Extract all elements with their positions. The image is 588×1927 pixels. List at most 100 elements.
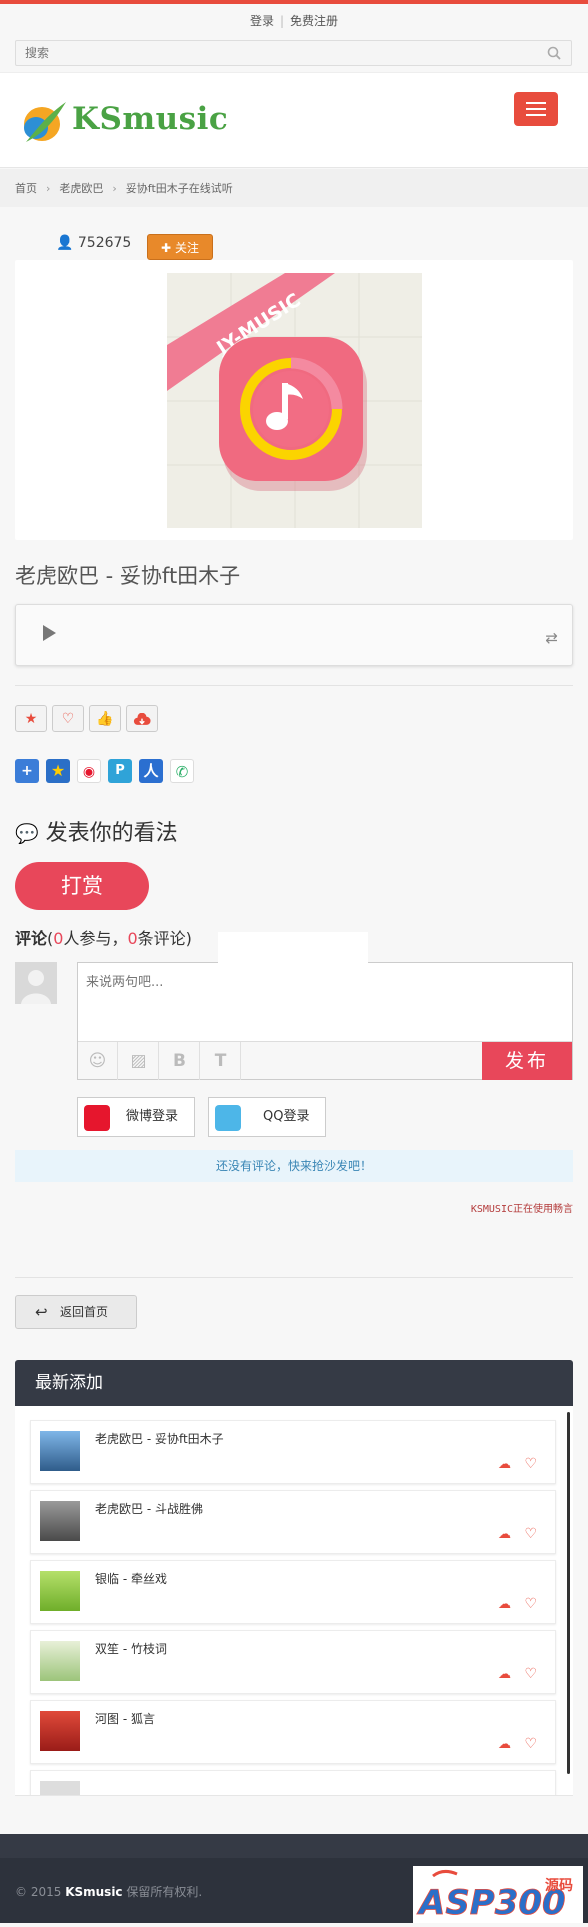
list-item[interactable]: 河图 - 狐言 ☁ ♡: [30, 1700, 556, 1764]
comment-number: 0: [127, 929, 138, 948]
plus-icon: ✚: [161, 241, 172, 255]
heart-icon[interactable]: ♡: [524, 1736, 537, 1752]
bold-icon[interactable]: B: [160, 1042, 200, 1080]
heart-icon[interactable]: ♡: [524, 1596, 537, 1612]
cloud-download-icon[interactable]: ☁: [498, 1597, 511, 1612]
weibo-login-label: 微博登录: [126, 1109, 179, 1124]
image-icon[interactable]: ▨: [119, 1042, 159, 1080]
menu-bar: [526, 114, 546, 116]
breadcrumb-artist[interactable]: 老虎欧巴: [59, 182, 103, 195]
download-button[interactable]: [126, 705, 158, 732]
cloud-download-icon[interactable]: ☁: [498, 1457, 511, 1472]
site-header: KSmusic: [0, 72, 588, 168]
search-bar: [15, 40, 572, 66]
footer-band: [0, 1834, 588, 1858]
emoji-icon[interactable]: ☺: [78, 1042, 118, 1080]
powered-by-link[interactable]: KSMUSIC正在使用畅言: [471, 1200, 573, 1215]
cloud-download-icon[interactable]: ☁: [498, 1737, 511, 1752]
divider: [15, 685, 573, 686]
weibo-icon: [84, 1105, 110, 1131]
divider: [15, 1277, 573, 1278]
song-name[interactable]: 双笙 - 竹枝词: [95, 1640, 167, 1657]
logo-icon[interactable]: [16, 98, 76, 148]
cloud-download-icon[interactable]: ☁: [498, 1527, 511, 1542]
song-thumbnail: [40, 1501, 80, 1541]
audio-player: ⇄: [15, 604, 573, 666]
heart-icon[interactable]: ♡: [524, 1456, 537, 1472]
play-count-value: 752675: [77, 235, 132, 251]
back-home-label: 返回首页: [60, 1305, 109, 1319]
menu-bar: [526, 102, 546, 104]
comment-heading: 💬 发表你的看法: [15, 815, 178, 847]
song-name[interactable]: 银临 - 牵丝戏: [95, 1570, 167, 1587]
list-item[interactable]: 银临 - 牵丝戏 ☁ ♡: [30, 1560, 556, 1624]
share-weibo-icon[interactable]: ◉: [77, 759, 101, 783]
cloud-download-icon[interactable]: ☁: [498, 1667, 511, 1682]
blank-overlay: [218, 932, 368, 990]
weibo-login-button[interactable]: 微博登录: [77, 1097, 195, 1137]
song-title: 老虎欧巴 - 妥协ft田木子: [15, 564, 241, 588]
breadcrumb-home[interactable]: 首页: [15, 182, 37, 195]
login-link[interactable]: 登录: [250, 14, 274, 28]
latest-section-title: 最新添加: [15, 1360, 573, 1406]
thumbs-up-button[interactable]: 👍: [89, 705, 121, 732]
menu-button[interactable]: [514, 92, 558, 126]
play-count: 👤 752675: [56, 235, 131, 251]
share-more-icon[interactable]: +: [15, 759, 39, 783]
publish-button[interactable]: 发布: [482, 1042, 572, 1080]
breadcrumb: 首页 › 老虎欧巴 › 妥协ft田木子在线试听: [0, 169, 588, 207]
back-home-button[interactable]: ↩ 返回首页: [15, 1295, 137, 1329]
watermark-text: ASP300: [416, 1883, 566, 1923]
song-thumbnail: [40, 1431, 80, 1471]
share-qzone-icon[interactable]: ★: [46, 759, 70, 783]
list-item[interactable]: 老虎欧巴 - 妥协ft田木子 ☁ ♡: [30, 1420, 556, 1484]
text-format-icon[interactable]: T: [201, 1042, 241, 1080]
search-icon[interactable]: [547, 46, 561, 60]
logo-text[interactable]: KSmusic: [72, 101, 228, 137]
top-accent-strip: [0, 0, 588, 4]
favorite-button[interactable]: ★: [15, 705, 47, 732]
scrollbar[interactable]: [567, 1412, 570, 1774]
register-link[interactable]: 免费注册: [290, 14, 338, 28]
copyright: © 2015 KSmusic 保留所有权利.: [15, 1883, 202, 1900]
list-item[interactable]: 老虎欧巴 - 斗战胜佛 ☁ ♡: [30, 1490, 556, 1554]
share-tencent-icon[interactable]: P: [108, 759, 132, 783]
star-icon: ★: [24, 711, 38, 727]
heart-icon[interactable]: ♡: [524, 1666, 537, 1682]
reward-button[interactable]: 打赏: [15, 862, 149, 910]
song-name[interactable]: 河图 - 狐言: [95, 1710, 155, 1727]
copyright-year: © 2015: [15, 1885, 62, 1899]
album-cover: JY-MUSIC: [167, 273, 422, 528]
copyright-text: 保留所有权利.: [126, 1885, 203, 1899]
cloud-download-icon: [133, 712, 151, 725]
list-item[interactable]: [30, 1770, 556, 1795]
chevron-right-icon: ›: [112, 182, 117, 195]
play-icon[interactable]: [43, 625, 56, 641]
comment-toolbar: ☺ ▨ B T 发布: [78, 1041, 572, 1080]
participant-count: 0: [53, 929, 64, 948]
song-thumbnail: [40, 1571, 80, 1611]
top-links: 登录 | 免费注册: [0, 12, 588, 29]
like-button[interactable]: ♡: [52, 705, 84, 732]
song-name[interactable]: 老虎欧巴 - 妥协ft田木子: [95, 1430, 224, 1447]
breadcrumb-current: 妥协ft田木子在线试听: [125, 182, 233, 195]
share-renren-icon[interactable]: 人: [139, 759, 163, 783]
watermark-logo: ASP300 源码: [413, 1866, 583, 1923]
chevron-right-icon: ›: [46, 182, 51, 195]
song-name[interactable]: 老虎欧巴 - 斗战胜佛: [95, 1500, 203, 1517]
heart-icon[interactable]: ♡: [524, 1526, 537, 1542]
follow-button[interactable]: ✚ 关注: [147, 234, 213, 260]
watermark-graphic: ASP300 源码: [416, 1869, 573, 1923]
qq-icon: [215, 1105, 241, 1131]
user-icon: 👤: [56, 235, 74, 251]
watermark-subtext: 源码: [545, 1877, 573, 1894]
share-wechat-icon[interactable]: ✆: [170, 759, 194, 783]
comment-count-label: 评论: [15, 929, 48, 948]
search-input[interactable]: [16, 41, 534, 65]
qq-login-button[interactable]: QQ登录: [208, 1097, 326, 1137]
divider: |: [279, 14, 285, 28]
latest-list: 老虎欧巴 - 妥协ft田木子 ☁ ♡ 老虎欧巴 - 斗战胜佛 ☁ ♡ 银临 - …: [15, 1406, 573, 1796]
list-item[interactable]: 双笙 - 竹枝词 ☁ ♡: [30, 1630, 556, 1694]
repeat-icon[interactable]: ⇄: [545, 629, 558, 647]
qq-login-label: QQ登录: [263, 1109, 310, 1124]
